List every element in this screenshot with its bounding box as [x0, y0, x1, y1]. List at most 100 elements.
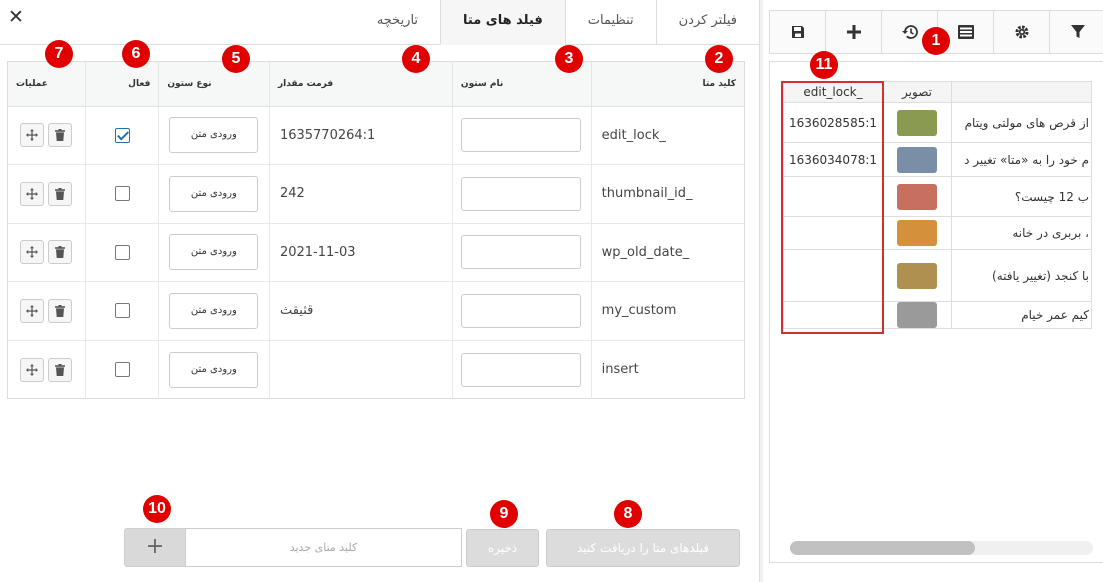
table-row: thumbnail_id_ 242 ورودی متن: [8, 164, 744, 224]
move-icon[interactable]: [20, 123, 44, 148]
image-cell[interactable]: [882, 142, 952, 177]
post-thumbnail: [897, 109, 937, 136]
tab-settings[interactable]: تنظیمات: [564, 0, 656, 45]
tab-filter[interactable]: فیلتر کردن: [655, 0, 759, 45]
value-format-cell: 242: [268, 164, 453, 224]
grid-row[interactable]: ، بربری در خانه: [783, 216, 1092, 250]
trash-icon[interactable]: [48, 357, 72, 382]
column-name-cell: [451, 164, 592, 224]
tab-history[interactable]: تاریخچه: [354, 0, 441, 45]
column-name-input[interactable]: [460, 293, 581, 328]
title-cell[interactable]: ، بربری در خانه: [951, 216, 1092, 250]
grid-header-edit-lock[interactable]: edit_lock_: [783, 81, 883, 103]
gear-icon[interactable]: [994, 11, 1050, 53]
table-row: wp_old_date_ 2021-11-03 ورودی متن: [8, 223, 744, 282]
edit-lock-cell[interactable]: [783, 216, 883, 250]
post-thumbnail: [897, 183, 937, 210]
tab-meta-fields[interactable]: فیلد های متا: [440, 0, 565, 45]
table-row: my_custom قثیقث ورودی متن: [8, 281, 744, 341]
move-icon[interactable]: [20, 181, 44, 206]
active-cell: [84, 281, 159, 341]
edit-lock-cell[interactable]: [783, 301, 883, 329]
operations-cell: [8, 223, 86, 282]
edit-lock-cell[interactable]: [783, 176, 883, 217]
grid-row[interactable]: 1636028585:1 از قرص های مولتی ویتام: [783, 102, 1092, 143]
save-button[interactable]: ذخیره: [466, 529, 539, 567]
column-name-input[interactable]: [460, 118, 581, 153]
column-type-select[interactable]: ورودی متن: [169, 351, 259, 388]
active-checkbox[interactable]: [114, 362, 130, 377]
image-cell[interactable]: [882, 216, 952, 250]
active-cell: [84, 106, 159, 165]
move-icon[interactable]: [20, 298, 44, 323]
column-type-cell: ورودی متن: [158, 164, 270, 224]
post-thumbnail: [897, 220, 937, 246]
marker-9: 9: [490, 500, 518, 528]
edit-lock-cell[interactable]: 1636034078:1: [783, 142, 883, 177]
post-thumbnail: [897, 302, 937, 328]
column-name-cell: [451, 281, 592, 341]
post-thumbnail: [897, 262, 937, 289]
value-format-cell: [268, 340, 453, 399]
active-checkbox[interactable]: [114, 244, 130, 260]
meta-fields-table: کلید متا نام ستون فرمت مقدار نوع ستون فع…: [7, 61, 745, 399]
active-checkbox[interactable]: [114, 303, 130, 319]
operations-cell: [8, 106, 86, 165]
add-meta-key-button[interactable]: +: [124, 528, 186, 567]
image-cell[interactable]: [882, 301, 952, 329]
active-cell: [84, 164, 159, 224]
edit-lock-cell[interactable]: [783, 249, 883, 302]
plus-icon[interactable]: [826, 11, 882, 53]
title-cell[interactable]: کیم عمر خیام: [951, 301, 1092, 329]
new-meta-key-input[interactable]: کلید متای جدید: [186, 528, 462, 567]
grid-header-title[interactable]: [951, 81, 1092, 103]
fetch-meta-fields-button[interactable]: فیلدهای متا را دریافت کنید: [546, 529, 740, 567]
table-row: edit_lock_ 1635770264:1 ورودی متن: [8, 106, 744, 165]
column-type-cell: ورودی متن: [158, 223, 270, 282]
trash-icon[interactable]: [48, 123, 72, 148]
title-cell[interactable]: ب 12 چیست؟: [951, 176, 1092, 217]
image-cell[interactable]: [882, 249, 952, 302]
image-cell[interactable]: [882, 176, 952, 217]
posts-grid: edit_lock_ تصویر 1636028585:1 از قرص های …: [769, 61, 1103, 563]
grid-row[interactable]: 1636034078:1 م خود را به «متا» تغییر د: [783, 142, 1092, 177]
operations-cell: [8, 281, 86, 341]
marker-1: 1: [922, 27, 950, 55]
spreadsheet-panel: edit_lock_ تصویر 1636028585:1 از قرص های …: [763, 0, 1103, 582]
column-name-input[interactable]: [460, 235, 581, 270]
close-icon[interactable]: ✕: [6, 7, 26, 27]
column-type-select[interactable]: ورودی متن: [169, 292, 259, 329]
trash-icon[interactable]: [48, 298, 72, 323]
title-cell[interactable]: از قرص های مولتی ویتام: [951, 102, 1092, 143]
title-cell[interactable]: م خود را به «متا» تغییر د: [951, 142, 1092, 177]
grid-header-image[interactable]: تصویر: [882, 81, 952, 103]
column-type-select[interactable]: ورودی متن: [169, 234, 259, 271]
title-cell[interactable]: با کنجد (تغییر یافته): [951, 249, 1092, 302]
trash-icon[interactable]: [48, 181, 72, 206]
horizontal-scrollbar[interactable]: [790, 541, 1093, 555]
active-checkbox[interactable]: [114, 186, 130, 202]
marker-3: 3: [555, 45, 583, 73]
move-icon[interactable]: [20, 240, 44, 265]
active-cell: [84, 223, 159, 282]
edit-lock-cell[interactable]: 1636028585:1: [783, 102, 883, 143]
filter-icon[interactable]: [1050, 11, 1103, 53]
trash-icon[interactable]: [48, 240, 72, 265]
value-format-cell: 2021-11-03: [268, 223, 453, 282]
active-checkbox[interactable]: [114, 127, 130, 143]
scrollbar-thumb[interactable]: [790, 541, 975, 555]
column-type-select[interactable]: ورودی متن: [169, 117, 259, 154]
grid-row[interactable]: کیم عمر خیام: [783, 301, 1092, 329]
column-name-cell: [451, 223, 592, 282]
grid-row[interactable]: ب 12 چیست؟: [783, 176, 1092, 217]
column-type-select[interactable]: ورودی متن: [169, 175, 259, 212]
save-icon[interactable]: [770, 11, 826, 53]
operations-cell: [8, 164, 86, 224]
move-icon[interactable]: [20, 357, 44, 382]
meta-fields-modal: ✕ فیلتر کردن تنظیمات فیلد های متا تاریخچ…: [0, 0, 760, 582]
value-format-cell: قثیقث: [268, 281, 453, 341]
grid-row[interactable]: با کنجد (تغییر یافته): [783, 249, 1092, 302]
column-name-input[interactable]: [460, 352, 581, 387]
column-name-input[interactable]: [460, 176, 581, 211]
image-cell[interactable]: [882, 102, 952, 143]
